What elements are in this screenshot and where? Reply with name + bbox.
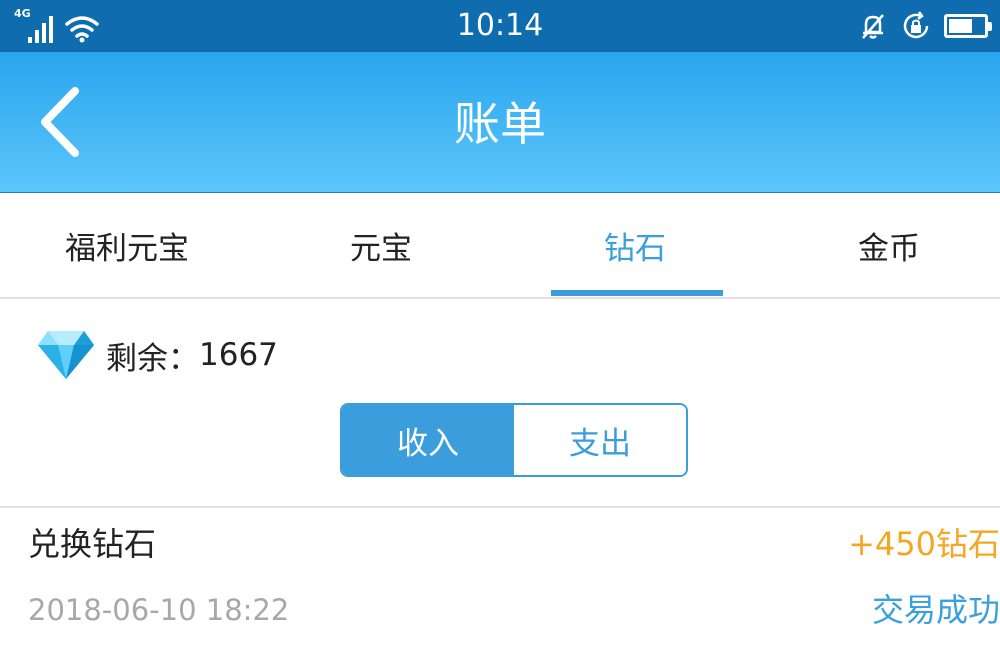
tab-gold-coin[interactable]: 金币 xyxy=(762,193,1000,297)
income-expense-toggle: 收入 支出 xyxy=(340,403,688,477)
balance-text: 剩余： 1667 xyxy=(106,333,278,378)
status-right xyxy=(858,8,992,44)
tab-bar: 福利元宝 元宝 钻石 金币 xyxy=(0,193,1000,299)
record-amount: +450钻石 xyxy=(848,525,1000,563)
diamond-icon xyxy=(38,331,94,379)
tab-yuanbao[interactable]: 元宝 xyxy=(254,193,508,297)
balance-value: 1667 xyxy=(199,337,278,373)
tab-fuli-yuanbao[interactable]: 福利元宝 xyxy=(0,193,254,297)
chevron-left-icon xyxy=(41,87,79,157)
app-header: 账单 xyxy=(0,52,1000,193)
record-status: 交易成功 xyxy=(871,591,1000,629)
expense-segment[interactable]: 支出 xyxy=(514,405,686,475)
tab-diamond[interactable]: 钻石 xyxy=(508,193,762,297)
bell-muted-icon xyxy=(862,14,884,39)
income-segment[interactable]: 收入 xyxy=(342,405,514,475)
list-item[interactable]: 兑换钻石 2018-06-10 18:22 +450钻石 交易成功 xyxy=(0,508,1000,648)
rotation-lock-icon xyxy=(903,11,929,39)
record-title: 兑换钻石 xyxy=(28,525,157,563)
balance-row: 剩余： 1667 xyxy=(36,326,278,384)
status-time: 10:14 xyxy=(456,8,544,43)
balance-label: 剩余： xyxy=(106,340,199,377)
active-tab-indicator xyxy=(551,290,723,296)
back-button[interactable] xyxy=(24,82,94,162)
status-bar: 4G 10:14 xyxy=(0,0,1000,52)
page-title: 账单 xyxy=(454,97,546,151)
record-time: 2018-06-10 18:22 xyxy=(28,593,290,627)
battery-icon xyxy=(944,14,992,38)
